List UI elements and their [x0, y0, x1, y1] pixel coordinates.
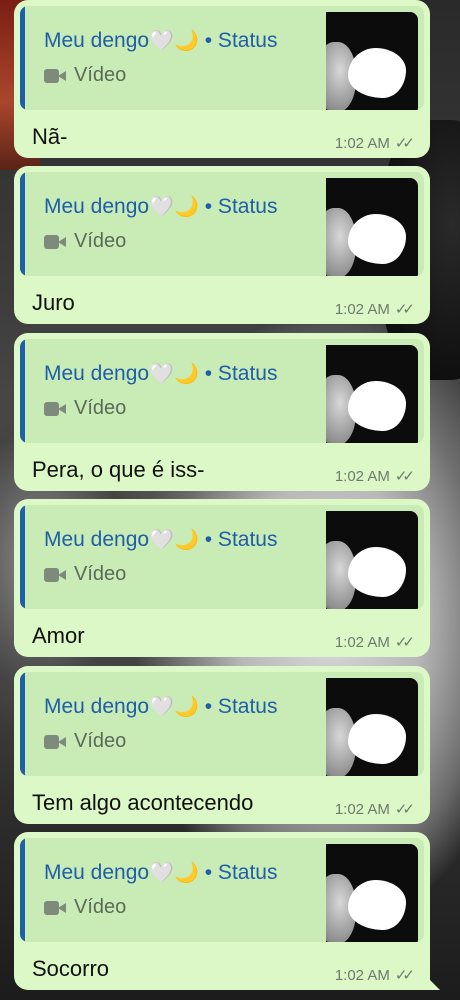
message-bubble[interactable]: Meu dengo🤍🌙 • Status Vídeo Socorro 1:02 …: [14, 832, 440, 990]
censor-blob: [348, 714, 406, 764]
video-camera-icon: [44, 68, 66, 83]
quote-source: • Status: [204, 29, 278, 52]
quote-media-type: Vídeo: [44, 563, 126, 586]
video-camera-icon: [44, 734, 66, 749]
quote-source: • Status: [204, 861, 278, 884]
message-text: Juro: [32, 290, 75, 315]
quote-title: Meu dengo🤍🌙 • Status: [44, 28, 277, 53]
quote-emoji: 🤍🌙: [149, 862, 199, 884]
video-camera-icon: [44, 401, 66, 416]
message-meta: 1:02 AM ✓✓: [334, 467, 415, 486]
quote-accent-bar: [20, 672, 25, 776]
quote-title: Meu dengo🤍🌙 • Status: [44, 694, 277, 719]
message-time: 1:02 AM: [334, 966, 390, 984]
status-thumbnail[interactable]: [326, 844, 418, 942]
status-thumbnail[interactable]: [326, 678, 418, 776]
quote-emoji: 🤍🌙: [149, 30, 199, 52]
video-camera-icon: [44, 567, 66, 582]
quote-source: • Status: [204, 362, 278, 385]
quote-media-type: Vídeo: [44, 730, 126, 753]
quote-emoji: 🤍🌙: [149, 363, 199, 385]
double-check-icon: ✓✓: [394, 135, 415, 152]
quote-title: Meu dengo🤍🌙 • Status: [44, 194, 277, 219]
double-check-icon: ✓✓: [394, 301, 415, 318]
message-time: 1:02 AM: [334, 800, 390, 818]
video-camera-icon: [44, 234, 66, 249]
message-time: 1:02 AM: [334, 467, 390, 485]
quote-author: Meu dengo: [44, 695, 150, 718]
quote-media-label: Vídeo: [74, 730, 127, 752]
quoted-status-reply[interactable]: Meu dengo🤍🌙 • Status Vídeo: [20, 339, 424, 443]
quote-media-type: Vídeo: [44, 230, 126, 253]
bubble-tail: [426, 976, 440, 990]
message-meta: 1:02 AM ✓✓: [334, 966, 415, 985]
double-check-icon: ✓✓: [394, 468, 415, 485]
message-text: Pera, o que é iss-: [32, 457, 205, 482]
quote-media-type: Vídeo: [44, 896, 126, 919]
censor-blob: [348, 880, 406, 930]
message-bubble[interactable]: Meu dengo🤍🌙 • Status Vídeo Juro 1:02 AM …: [14, 166, 430, 324]
status-thumbnail[interactable]: [326, 345, 418, 443]
message-time: 1:02 AM: [334, 633, 390, 651]
quoted-status-reply[interactable]: Meu dengo🤍🌙 • Status Vídeo: [20, 672, 424, 776]
quote-accent-bar: [20, 838, 25, 942]
message-meta: 1:02 AM ✓✓: [334, 300, 415, 319]
quote-media-label: Vídeo: [74, 896, 127, 918]
message-time: 1:02 AM: [334, 300, 390, 318]
quote-accent-bar: [20, 6, 25, 110]
quote-emoji: 🤍🌙: [149, 529, 199, 551]
quote-title: Meu dengo🤍🌙 • Status: [44, 860, 277, 885]
message-bubble[interactable]: Meu dengo🤍🌙 • Status Vídeo Tem algo acon…: [14, 666, 430, 824]
quote-media-label: Vídeo: [74, 64, 127, 86]
quote-source: • Status: [204, 695, 278, 718]
quote-accent-bar: [20, 339, 25, 443]
quote-author: Meu dengo: [44, 362, 150, 385]
quoted-status-reply[interactable]: Meu dengo🤍🌙 • Status Vídeo: [20, 505, 424, 609]
message-bubble[interactable]: Meu dengo🤍🌙 • Status Vídeo Amor 1:02 AM …: [14, 499, 430, 657]
quote-emoji: 🤍🌙: [149, 196, 199, 218]
quote-title: Meu dengo🤍🌙 • Status: [44, 361, 277, 386]
quote-title: Meu dengo🤍🌙 • Status: [44, 527, 277, 552]
quote-accent-bar: [20, 172, 25, 276]
censor-blob: [348, 547, 406, 597]
quote-author: Meu dengo: [44, 528, 150, 551]
message-meta: 1:02 AM ✓✓: [334, 800, 415, 819]
censor-blob: [348, 48, 406, 98]
quote-author: Meu dengo: [44, 195, 150, 218]
quote-emoji: 🤍🌙: [149, 696, 199, 718]
status-thumbnail[interactable]: [326, 511, 418, 609]
message-text: Nã-: [32, 124, 68, 149]
double-check-icon: ✓✓: [394, 634, 415, 651]
quote-source: • Status: [204, 195, 278, 218]
message-bubble[interactable]: Meu dengo🤍🌙 • Status Vídeo Pera, o que é…: [14, 333, 430, 491]
message-text: Amor: [32, 623, 85, 648]
video-camera-icon: [44, 900, 66, 915]
censor-blob: [348, 214, 406, 264]
message-meta: 1:02 AM ✓✓: [334, 134, 415, 153]
message-text: Tem algo acontecendo: [32, 790, 254, 815]
double-check-icon: ✓✓: [394, 801, 415, 818]
message-time: 1:02 AM: [334, 134, 390, 152]
quote-media-label: Vídeo: [74, 230, 127, 252]
quoted-status-reply[interactable]: Meu dengo🤍🌙 • Status Vídeo: [20, 838, 424, 942]
quote-accent-bar: [20, 505, 25, 609]
message-text: Socorro: [32, 956, 110, 981]
quote-author: Meu dengo: [44, 861, 150, 884]
quoted-status-reply[interactable]: Meu dengo🤍🌙 • Status Vídeo: [20, 172, 424, 276]
status-thumbnail[interactable]: [326, 178, 418, 276]
quote-source: • Status: [204, 528, 278, 551]
message-meta: 1:02 AM ✓✓: [334, 633, 415, 652]
message-bubble[interactable]: Meu dengo🤍🌙 • Status Vídeo Nã- 1:02 AM ✓…: [14, 0, 430, 158]
quote-media-label: Vídeo: [74, 563, 127, 585]
censor-blob: [348, 381, 406, 431]
quote-media-type: Vídeo: [44, 64, 126, 87]
double-check-icon: ✓✓: [394, 967, 415, 984]
status-thumbnail[interactable]: [326, 12, 418, 110]
quoted-status-reply[interactable]: Meu dengo🤍🌙 • Status Vídeo: [20, 6, 424, 110]
quote-media-type: Vídeo: [44, 397, 126, 420]
quote-media-label: Vídeo: [74, 397, 127, 419]
quote-author: Meu dengo: [44, 29, 150, 52]
